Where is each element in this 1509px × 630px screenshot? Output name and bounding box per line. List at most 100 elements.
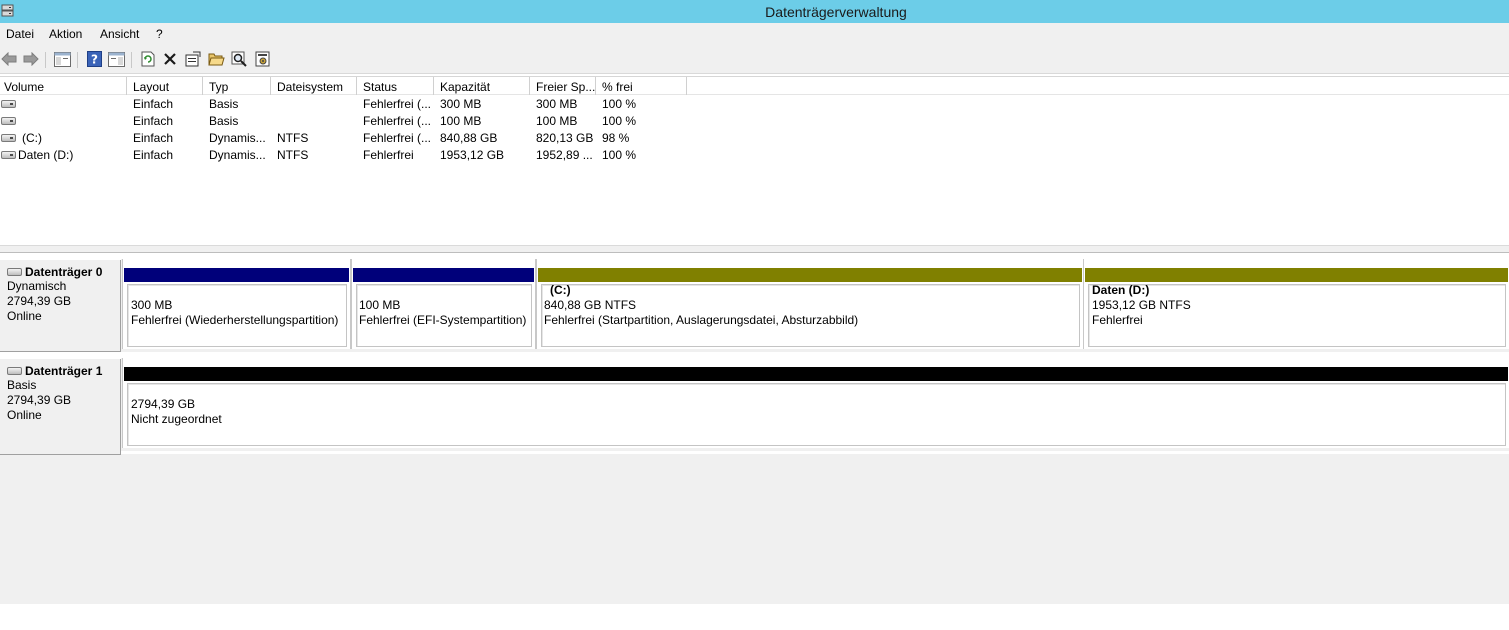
empty-area [0,454,1509,604]
properties-icon[interactable] [184,50,202,68]
show-hide-action-pane-icon[interactable] [107,50,125,68]
window-bottom [0,604,1509,630]
cell-status: Fehlerfrei (... [363,97,432,111]
menu-bar: Datei Aktion Ansicht ? [0,23,1509,45]
col-typ[interactable]: Typ [209,80,228,94]
table-row[interactable]: (C:) Einfach Dynamis... NTFS Fehlerfrei … [0,130,700,147]
pane-splitter[interactable] [0,245,1509,253]
partition-size: 2794,39 GB [131,397,196,411]
cell-prozent-frei: 98 % [602,131,630,145]
toolbar-separator [131,52,132,68]
cell-dateisystem: NTFS [277,148,309,162]
cell-kapazitat: 300 MB [440,97,482,111]
back-arrow-icon[interactable] [0,50,18,68]
disk-name: Datenträger 0 [25,264,103,279]
partition-size: 300 MB [131,298,173,312]
cell-freier-speicher: 100 MB [536,114,578,128]
column-divider[interactable] [126,77,127,95]
col-volume[interactable]: Volume [4,80,44,94]
toolbar-separator [77,52,78,68]
disk-size: 2794,39 GB [7,393,72,407]
menu-help[interactable]: ? [156,27,163,41]
drive-icon [1,117,16,125]
partition-status: Fehlerfrei (Startpartition, Auslagerungs… [544,313,859,327]
table-row[interactable]: Einfach Basis Fehlerfrei (... 100 MB 100… [0,113,700,130]
col-kapazitat[interactable]: Kapazität [440,80,490,94]
column-divider[interactable] [686,77,687,95]
toolbar-separator [45,52,46,68]
column-divider[interactable] [529,77,530,95]
partition-efi[interactable]: 100 MB Fehlerfrei (EFI-Systempartition) [351,259,536,349]
settings-icon[interactable] [254,50,272,68]
partition-status: Fehlerfrei (Wiederherstellungspartition) [131,313,339,327]
cell-layout: Einfach [133,131,174,145]
partition-box [1088,284,1506,347]
column-divider[interactable] [433,77,434,95]
volume-list-header: Volume Layout Typ Dateisystem Status Kap… [0,76,1509,95]
partition-status: Fehlerfrei (EFI-Systempartition) [359,313,527,327]
partition-color-bar [124,367,1508,381]
col-dateisystem[interactable]: Dateisystem [277,80,343,94]
partition-size: 100 MB [359,298,401,312]
drive-icon [1,134,16,142]
col-freier-speicher[interactable]: Freier Sp... [536,80,595,94]
column-divider[interactable] [356,77,357,95]
partition-unallocated[interactable]: 2794,39 GB Nicht zugeordnet [122,358,1509,448]
drive-icon [1,151,16,159]
disk-1-info[interactable]: Datenträger 1 Basis 2794,39 GB Online [0,359,121,455]
column-divider[interactable] [202,77,203,95]
table-row[interactable]: Daten (D:) Einfach Dynamis... NTFS Fehle… [0,147,700,164]
cell-layout: Einfach [133,97,174,111]
cell-kapazitat: 1953,12 GB [440,148,505,162]
col-layout[interactable]: Layout [133,80,169,94]
disk-name: Datenträger 1 [25,363,103,378]
refresh-icon[interactable] [139,50,157,68]
cell-kapazitat: 100 MB [440,114,482,128]
search-icon[interactable] [230,50,248,68]
partition-c[interactable]: (C:) 840,88 GB NTFS Fehlerfrei (Startpar… [536,259,1084,349]
cell-prozent-frei: 100 % [602,148,637,162]
partition-size: 1953,12 GB NTFS [1092,298,1191,312]
column-divider[interactable] [270,77,271,95]
window-title: Datenträgerverwaltung [765,4,907,20]
help-icon[interactable]: ? [85,50,103,68]
partition-status: Nicht zugeordnet [131,412,222,426]
cell-prozent-frei: 100 % [602,97,637,111]
svg-text:?: ? [91,53,98,67]
cell-status: Fehlerfrei (... [363,114,432,128]
partition-status: Fehlerfrei [1092,313,1143,327]
partition-d[interactable]: Daten (D:) 1953,12 GB NTFS Fehlerfrei [1083,259,1509,349]
partition-size: 840,88 GB NTFS [544,298,637,312]
cell-typ: Dynamis... [209,148,266,162]
cell-layout: Einfach [133,148,174,162]
partition-title: Daten (D:) [1092,283,1150,297]
cell-freier-speicher: 1952,89 ... [536,148,593,162]
cell-status: Fehlerfrei (... [363,131,432,145]
title-bar: Datenträgerverwaltung [0,0,1509,23]
cell-typ: Basis [209,114,239,128]
menu-ansicht[interactable]: Ansicht [100,27,139,41]
column-divider[interactable] [595,77,596,95]
menu-datei[interactable]: Datei [6,27,34,41]
menu-aktion[interactable]: Aktion [49,27,82,41]
disk-1-partitions: 2794,39 GB Nicht zugeordnet [121,358,1509,451]
disk-0-info[interactable]: Datenträger 0 Dynamisch 2794,39 GB Onlin… [0,260,121,352]
col-prozent-frei[interactable]: % frei [602,80,633,94]
forward-arrow-icon[interactable] [22,50,40,68]
cell-typ: Basis [209,97,239,111]
cell-kapazitat: 840,88 GB [440,131,498,145]
cell-typ: Dynamis... [209,131,266,145]
show-hide-console-tree-icon[interactable] [53,50,71,68]
cell-prozent-frei: 100 % [602,114,637,128]
delete-icon[interactable] [161,50,179,68]
open-folder-icon[interactable] [207,50,225,68]
disk-state: Online [7,408,42,422]
disk-size: 2794,39 GB [7,294,72,308]
disk-state: Online [7,309,42,323]
cell-dateisystem: NTFS [277,131,309,145]
partition-recovery[interactable]: 300 MB Fehlerfrei (Wiederherstellungspar… [122,259,351,349]
col-status[interactable]: Status [363,80,397,94]
disk-type: Basis [7,378,37,392]
cell-freier-speicher: 820,13 GB [536,131,594,145]
table-row[interactable]: Einfach Basis Fehlerfrei (... 300 MB 300… [0,96,700,113]
